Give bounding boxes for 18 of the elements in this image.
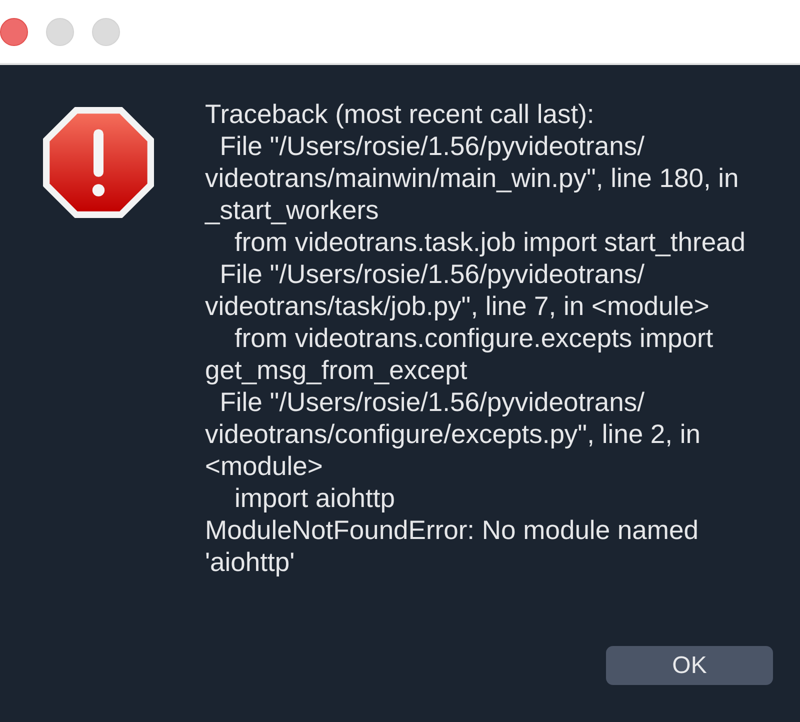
close-button[interactable] <box>0 18 28 46</box>
traceback-line: videotrans/configure/excepts.py", line 2, in <box>205 418 702 450</box>
traceback-line: from videotrans.task.job import start_thread <box>233 226 746 258</box>
traceback-line: videotrans/task/job.py", line 7, in <module> <box>205 290 710 322</box>
stop-sign-icon <box>40 107 157 218</box>
traceback-line: Traceback (most recent call last): <box>205 98 596 130</box>
traceback-line: File "/Users/rosie/1.56/pyvideotrans/ <box>218 258 646 290</box>
traceback-line: 'aiohttp' <box>205 546 296 578</box>
traceback-line: <module> <box>205 450 324 482</box>
traceback-line: videotrans/mainwin/main_win.py", line 180, in <box>205 162 740 194</box>
traceback-line: import aiohttp <box>233 482 396 514</box>
ok-button[interactable]: OK <box>606 646 773 685</box>
traceback-line: File "/Users/rosie/1.56/pyvideotrans/ <box>218 130 646 162</box>
traceback-line: from videotrans.configure.excepts import <box>233 322 714 354</box>
traceback-line: get_msg_from_except <box>205 354 468 386</box>
traceback-line: _start_workers <box>205 194 380 226</box>
traceback-line: ModuleNotFoundError: No module named <box>205 514 700 546</box>
traceback-line: File "/Users/rosie/1.56/pyvideotrans/ <box>218 386 646 418</box>
